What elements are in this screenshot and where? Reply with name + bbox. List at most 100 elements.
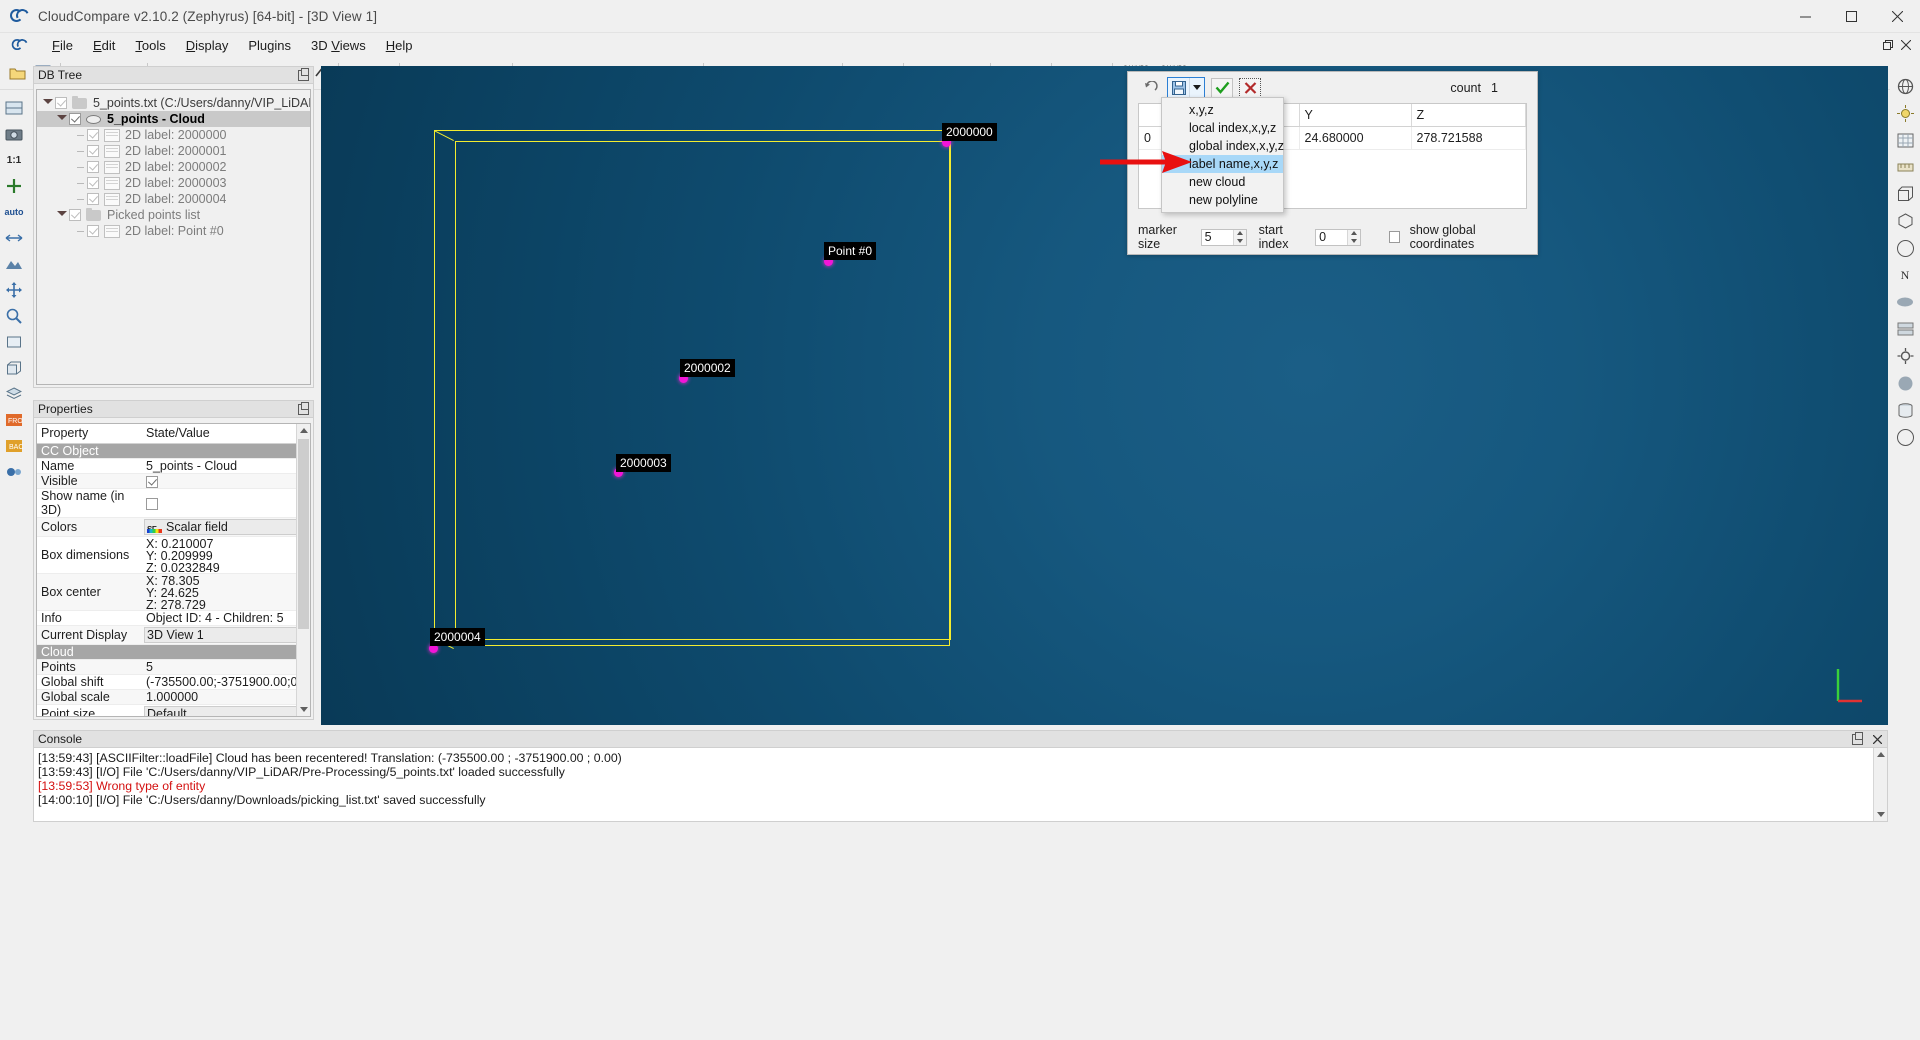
point-label[interactable]: 2000004 — [430, 628, 485, 646]
maximize-button[interactable] — [1828, 0, 1874, 32]
sf-small-icon[interactable] — [1893, 317, 1917, 341]
property-value[interactable]: 5_points - Cloud — [142, 459, 310, 474]
properties-row[interactable]: InfoObject ID: 4 - Children: 5 — [37, 611, 310, 626]
scroll-down-icon[interactable] — [1874, 808, 1887, 821]
chevron-down-icon[interactable] — [55, 115, 69, 124]
property-value[interactable]: (-735500.00;-3751900.00;0.00) — [142, 675, 310, 690]
properties-row[interactable]: Box centerX: 78.305Y: 24.625Z: 278.729 — [37, 574, 310, 611]
point-label[interactable]: 2000000 — [942, 123, 997, 141]
property-checkbox[interactable] — [146, 498, 158, 510]
tree-item[interactable]: 2D label: 2000002 — [37, 159, 310, 175]
save-icon[interactable] — [1168, 78, 1189, 97]
tree-branch-stub[interactable] — [73, 135, 87, 136]
translate-icon[interactable] — [2, 278, 26, 302]
marker-size-stepper[interactable]: 5 — [1201, 229, 1247, 246]
scroll-up-icon[interactable] — [297, 424, 310, 437]
globe-view-icon[interactable] — [2, 96, 26, 120]
property-value[interactable]: X: 78.305Y: 24.625Z: 278.729 — [142, 574, 310, 611]
visibility-checkbox[interactable] — [69, 209, 81, 221]
cloud-small-icon[interactable] — [1893, 290, 1917, 314]
properties-row[interactable]: Global scale1.000000 — [37, 690, 310, 705]
two-dots-icon[interactable] — [2, 460, 26, 484]
properties-table[interactable]: PropertyState/ValueCC ObjectName5_points… — [36, 423, 311, 717]
menu-item-x-y-z[interactable]: x,y,z — [1162, 101, 1283, 119]
property-checkbox[interactable] — [146, 476, 158, 488]
chevron-down-icon[interactable] — [55, 211, 69, 220]
property-value[interactable]: 1.000000 — [142, 690, 310, 705]
property-combobox[interactable]: 3D View 1 — [144, 627, 308, 643]
tree-item[interactable]: 5_points.txt (C:/Users/danny/VIP_LiDAR/P… — [37, 95, 310, 111]
properties-row[interactable]: Box dimensionsX: 0.210007Y: 0.209999Z: 0… — [37, 537, 310, 574]
visibility-checkbox[interactable] — [55, 97, 67, 109]
properties-row[interactable]: Global shift(-735500.00;-3751900.00;0.00… — [37, 675, 310, 690]
tree-branch-stub[interactable] — [73, 199, 87, 200]
chevron-down-icon[interactable] — [41, 99, 55, 108]
box-icon[interactable] — [2, 330, 26, 354]
stepper-down-icon[interactable] — [1234, 237, 1246, 245]
cancel-x-icon[interactable] — [1239, 78, 1261, 98]
minimize-button[interactable] — [1782, 0, 1828, 32]
property-value[interactable]: 5 — [142, 660, 310, 675]
properties-row[interactable]: ColorsSFScalar field — [37, 518, 310, 537]
menu-tools[interactable]: Tools — [125, 36, 175, 55]
scroll-up-icon[interactable] — [1874, 748, 1887, 761]
grid-icon[interactable] — [1893, 128, 1917, 152]
tree-branch-stub[interactable] — [73, 167, 87, 168]
visibility-checkbox[interactable] — [87, 225, 99, 237]
mountain-icon[interactable] — [2, 252, 26, 276]
open-icon[interactable] — [4, 60, 30, 86]
camera-icon[interactable] — [2, 122, 26, 146]
menu-item-new-cloud[interactable]: new cloud — [1162, 173, 1283, 191]
start-index-stepper[interactable]: 0 — [1315, 229, 1361, 246]
zoom-fit-icon[interactable] — [2, 174, 26, 198]
cube-icon[interactable] — [2, 356, 26, 380]
tree-item[interactable]: 2D label: 2000003 — [37, 175, 310, 191]
property-value[interactable]: 3D View 1 — [142, 626, 310, 645]
chevron-down-icon[interactable] — [1189, 78, 1204, 97]
point-label[interactable]: Point #0 — [824, 242, 876, 260]
arrow-nav-icon[interactable] — [2, 226, 26, 250]
back-view-icon[interactable]: BACK — [2, 434, 26, 458]
scroll-down-icon[interactable] — [297, 703, 310, 716]
properties-row[interactable]: Visible — [37, 474, 310, 489]
properties-row[interactable]: Name5_points - Cloud — [37, 459, 310, 474]
marker-size-arrows[interactable] — [1233, 230, 1246, 245]
visibility-checkbox[interactable] — [87, 129, 99, 141]
marker-size-value[interactable]: 5 — [1202, 230, 1233, 245]
stepper-up-icon[interactable] — [1348, 230, 1360, 238]
menu-file[interactable]: File — [42, 36, 83, 55]
circle-icon[interactable] — [1893, 236, 1917, 260]
light-icon[interactable] — [1893, 101, 1917, 125]
stepper-up-icon[interactable] — [1234, 230, 1246, 238]
undock-icon[interactable] — [1852, 734, 1863, 745]
3d-viewport[interactable]: 2000000 Point #0 2000002 2000003 2000004 — [321, 66, 1888, 725]
console-scrollbar[interactable] — [1873, 748, 1887, 821]
stepper-down-icon[interactable] — [1348, 237, 1360, 245]
tree-item[interactable]: 2D label: 2000001 — [37, 143, 310, 159]
magnifier-icon[interactable] — [2, 304, 26, 328]
mdi-restore-button[interactable] — [1880, 37, 1896, 53]
apply-check-icon[interactable] — [1211, 78, 1233, 98]
menu-3d-views[interactable]: 3D Views — [301, 36, 376, 55]
db-icon[interactable] — [1893, 398, 1917, 422]
tree-item[interactable]: 5_points - Cloud — [37, 111, 310, 127]
scrollbar-thumb[interactable] — [298, 439, 309, 629]
undock-icon[interactable] — [298, 404, 309, 415]
globe-icon[interactable] — [1893, 74, 1917, 98]
settings-icon[interactable] — [1893, 344, 1917, 368]
ruler-icon[interactable] — [1893, 155, 1917, 179]
zoom-1-1-icon[interactable]: 1:1 — [2, 148, 26, 172]
menu-edit[interactable]: Edit — [83, 36, 125, 55]
front-view-icon[interactable]: FRONT — [2, 408, 26, 432]
tree-branch-stub[interactable] — [73, 231, 87, 232]
property-value[interactable]: Object ID: 4 - Children: 5 — [142, 611, 310, 626]
properties-scrollbar[interactable] — [296, 424, 310, 716]
point-label[interactable]: 2000002 — [680, 359, 735, 377]
property-value[interactable] — [142, 489, 310, 518]
properties-row[interactable]: Current Display3D View 1 — [37, 626, 310, 645]
revert-icon[interactable] — [1139, 78, 1161, 98]
circle2-icon[interactable] — [1893, 425, 1917, 449]
start-index-arrows[interactable] — [1347, 230, 1360, 245]
tree-branch-stub[interactable] — [73, 183, 87, 184]
visibility-checkbox[interactable] — [87, 177, 99, 189]
